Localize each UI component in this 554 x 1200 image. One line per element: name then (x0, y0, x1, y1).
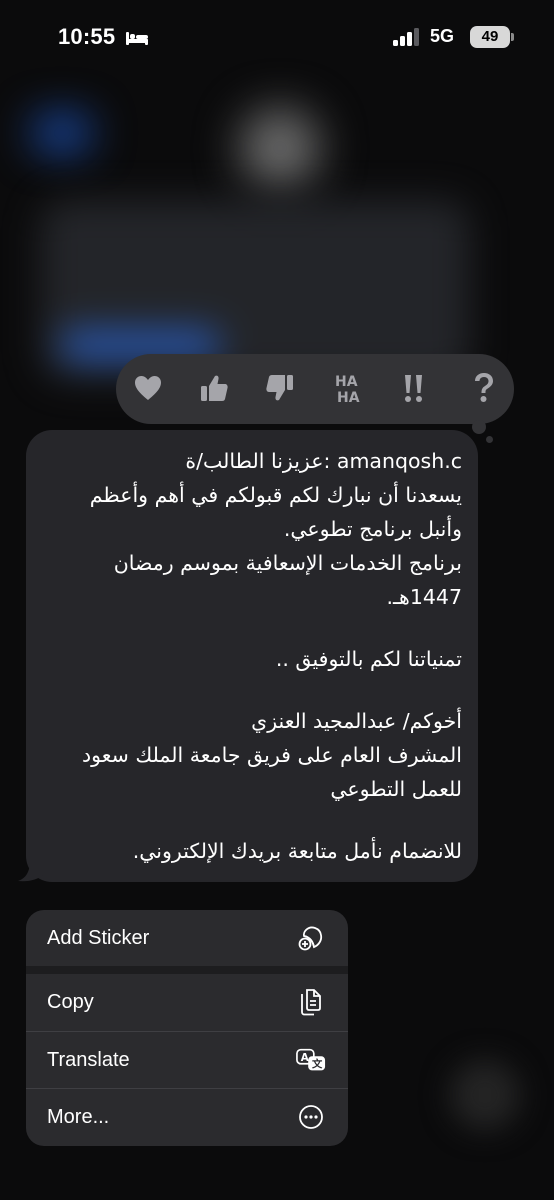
status-bar: 10:55 5G 49 (0, 0, 554, 76)
menu-label-add-sticker: Add Sticker (47, 926, 150, 949)
blurred-back-button (34, 118, 90, 148)
heart-icon[interactable] (130, 370, 166, 406)
message-text: amanqosh.c :عزيزنا الطالب/ة يسعدنا أن نبا… (42, 444, 462, 868)
translate-icon: A 文 (296, 1045, 326, 1075)
svg-text:HA: HA (335, 374, 358, 390)
context-menu: Add Sticker Copy Translate A 文 More... (26, 910, 348, 1146)
svg-text:A: A (301, 1052, 309, 1064)
add-sticker-icon (296, 923, 326, 953)
thumbs-up-icon[interactable] (196, 370, 232, 406)
menu-label-more: More... (47, 1105, 110, 1128)
thumbs-down-icon[interactable] (262, 370, 298, 406)
message-line: للانضمام نأمل متابعة بريدك الإلكتروني. (132, 839, 462, 863)
message-line: المشرف العام على فريق جامعة الملك سعود (82, 743, 462, 767)
blurred-button (450, 1060, 520, 1130)
tapback-bar: HA HA (116, 354, 514, 424)
message-line: أخوكم/ عبدالمجيد العنزي (251, 709, 462, 733)
tapback-tail-dot (486, 436, 493, 443)
message-line: يسعدنا أن نبارك لكم قبولكم في أهم وأعظم (89, 483, 462, 507)
question-icon[interactable] (466, 370, 502, 406)
svg-text:文: 文 (311, 1058, 323, 1071)
menu-label-copy: Copy (47, 990, 94, 1013)
message-line: amanqosh.c :عزيزنا الطالب/ة (185, 449, 462, 473)
cellular-signal-icon (393, 28, 419, 46)
bubble-tail (18, 860, 44, 882)
message-bubble[interactable]: amanqosh.c :عزيزنا الطالب/ة يسعدنا أن نبا… (26, 430, 478, 882)
blurred-avatar (240, 108, 320, 188)
message-line: 1447هـ. (386, 585, 462, 609)
status-time: 10:55 (58, 24, 116, 49)
emphasis-icon[interactable] (396, 370, 432, 406)
menu-item-more[interactable]: More... (26, 1089, 348, 1145)
copy-icon (296, 987, 326, 1017)
screen: 10:55 5G 49 HA HA amanqosh.c:عزيزنا الط… (0, 0, 554, 1200)
menu-item-translate[interactable]: Translate A 文 (26, 1032, 348, 1088)
battery-tip (511, 33, 514, 41)
more-icon (296, 1102, 326, 1132)
menu-item-add-sticker[interactable]: Add Sticker (26, 910, 348, 966)
message-line: تمنياتنا لكم بالتوفيق .. (275, 647, 462, 671)
network-type: 5G (430, 26, 455, 46)
battery-indicator: 49 (470, 26, 510, 48)
svg-text:HA: HA (337, 390, 360, 405)
message-line: للعمل التطوعي (330, 777, 462, 801)
menu-item-copy[interactable]: Copy (26, 974, 348, 1030)
sleep-focus-icon (126, 32, 148, 45)
message-line: وأنبل برنامج تطوعي. (283, 517, 462, 541)
tapback-tail (472, 420, 486, 434)
haha-icon[interactable]: HA HA (330, 370, 366, 406)
menu-label-translate: Translate (47, 1048, 130, 1071)
blurred-conversation (40, 200, 470, 380)
message-line: برنامج الخدمات الإسعافية بموسم رمضان (113, 551, 462, 575)
menu-group-separator (26, 966, 348, 974)
